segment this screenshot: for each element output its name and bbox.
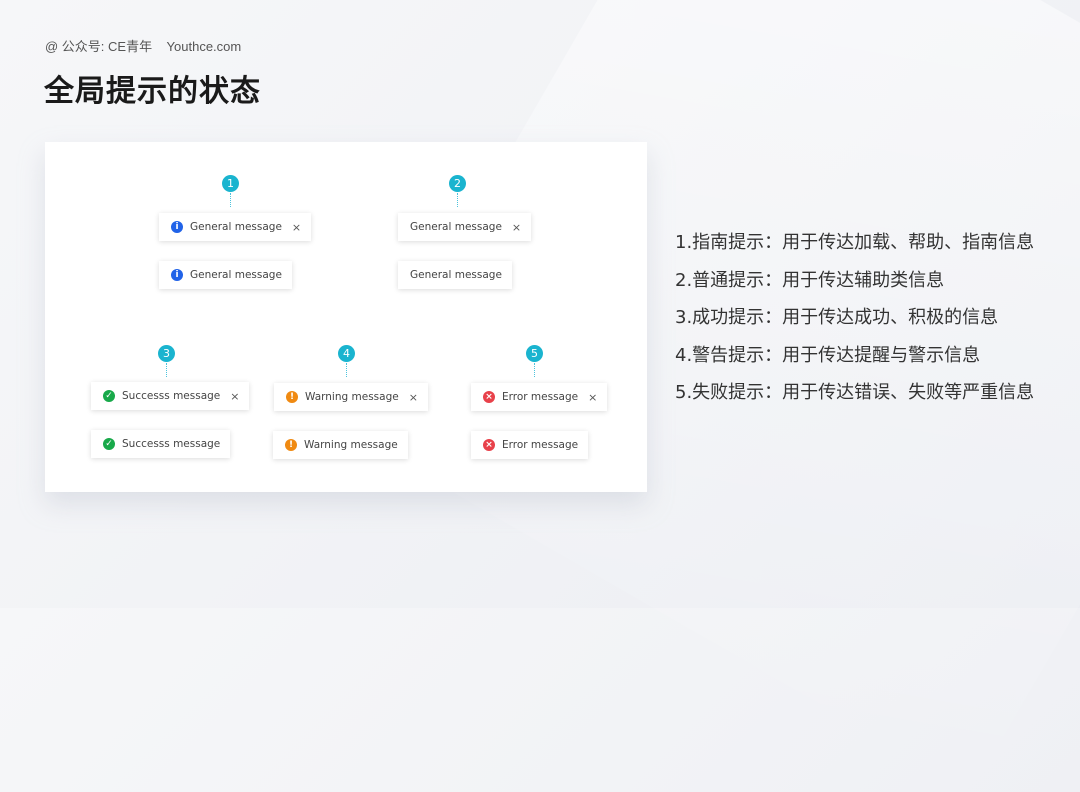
toast-text: Warning message [305, 391, 399, 403]
toast-general-closable: General message × [398, 213, 532, 241]
description-list: 1.指南提示：用于传达加载、帮助、指南信息 2.普通提示：用于传达辅助类信息 3… [675, 228, 1034, 416]
toast-text: Error message [502, 439, 579, 451]
toast-warning-closable: ! Warning message × [274, 383, 428, 411]
description-item-5: 5.失败提示：用于传达错误、失败等严重信息 [675, 382, 1035, 403]
warning-icon: ! [286, 391, 298, 403]
info-icon: i [171, 221, 183, 233]
description-item-3: 3.成功提示：用于传达成功、积极的信息 [675, 307, 999, 328]
step-badge-2: 2 [449, 175, 466, 192]
page-title: 全局提示的状态 [44, 74, 261, 109]
step-badge-5: 5 [526, 345, 543, 362]
close-icon[interactable]: × [230, 390, 239, 403]
connector-3 [166, 363, 167, 377]
success-icon: ✓ [103, 390, 115, 402]
toast-text: General message [190, 269, 282, 281]
step-badge-4: 4 [338, 345, 355, 362]
toast-text: Successs message [122, 390, 221, 402]
close-icon[interactable]: × [292, 221, 301, 234]
toast-text: General message [410, 269, 502, 281]
toast-text: General message [190, 221, 282, 233]
description-item-4: 4.警告提示：用于传达提醒与警示信息 [675, 344, 981, 366]
toast-success: ✓ Successs message [91, 430, 231, 458]
toast-error-closable: × Error message × [471, 383, 608, 411]
toast-text: Warning message [304, 439, 398, 451]
credit-line: @ 公众号: CE青年 Youthce.com [45, 39, 242, 54]
connector-5 [534, 363, 535, 377]
description-item-2: 2.普通提示：用于传达辅助类信息 [675, 269, 945, 291]
toast-error: × Error message [471, 431, 589, 459]
step-badge-1: 1 [222, 175, 239, 192]
diagram-panel: 1 i General message × i General message … [45, 142, 647, 492]
toast-text: Error message [502, 391, 579, 403]
toast-text: Successs message [122, 438, 221, 450]
close-icon[interactable]: × [409, 391, 418, 404]
toast-text: General message [410, 221, 502, 233]
connector-2 [457, 193, 458, 207]
description-item-1: 1.指南提示：用于传达加载、帮助、指南信息 [675, 232, 1035, 253]
toast-success-closable: ✓ Successs message × [91, 382, 250, 410]
step-badge-3: 3 [158, 345, 175, 362]
error-icon: × [483, 439, 495, 451]
toast-info: i General message [159, 261, 292, 289]
error-icon: × [483, 391, 495, 403]
close-icon[interactable]: × [588, 391, 597, 404]
warning-icon: ! [285, 439, 297, 451]
connector-4 [346, 363, 347, 377]
toast-info-closable: i General message × [159, 213, 312, 241]
close-icon[interactable]: × [512, 221, 521, 234]
connector-1 [230, 193, 231, 207]
toast-warning: ! Warning message [273, 431, 408, 459]
success-icon: ✓ [103, 438, 115, 450]
info-icon: i [171, 269, 183, 281]
toast-general: General message [398, 261, 512, 289]
